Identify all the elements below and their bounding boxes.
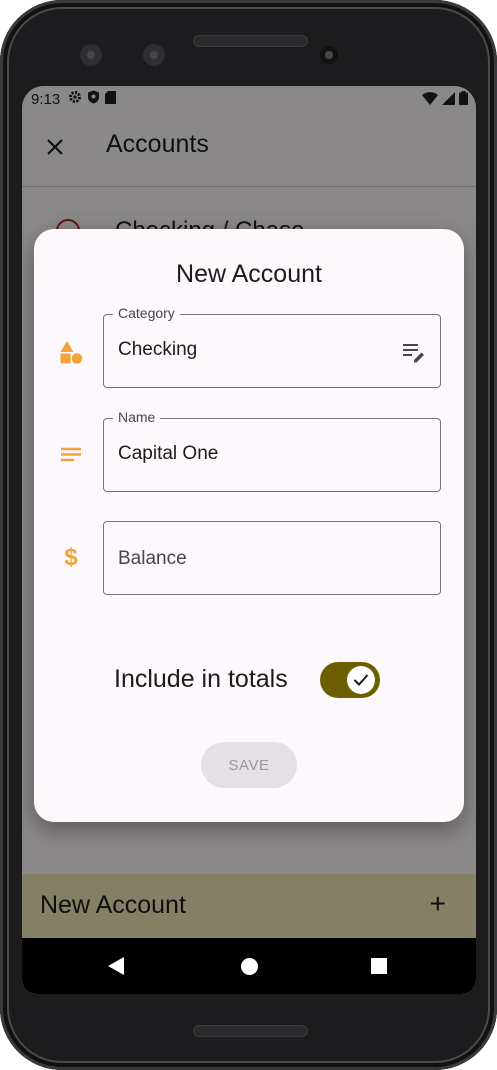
check-icon [347,666,375,694]
new-account-dialog: New Account Category Checking Name Capit… [34,229,464,822]
phone-frame: 9:13 Accounts New Account + New Account … [0,0,497,1070]
balance-placeholder: Balance [118,548,187,569]
screen: 9:13 Accounts New Account + New Account … [22,86,476,994]
category-field[interactable]: Category Checking [103,305,441,388]
include-in-totals-label: Include in totals [114,665,288,693]
save-button[interactable]: SAVE [201,742,297,788]
home-icon[interactable] [241,958,258,975]
include-in-totals-toggle[interactable] [320,662,380,698]
name-label: Name [113,409,161,425]
dollar-icon: $ [64,544,78,571]
name-field[interactable]: Name Capital One [103,409,441,492]
back-icon[interactable] [108,957,124,975]
proximity-sensor-icon [320,46,338,64]
category-label: Category [113,305,180,321]
shapes-icon [58,339,84,365]
balance-field[interactable]: Balance [103,521,441,595]
bottom-speaker [193,1025,308,1037]
system-nav-bar [22,938,476,994]
recents-icon[interactable] [371,958,387,974]
category-value: Checking [118,339,198,360]
top-speaker [193,35,308,47]
dialog-title: New Account [176,260,322,288]
notes-icon [58,442,84,468]
sensor-icon [143,44,165,66]
include-in-totals-row: Include in totals [34,661,464,701]
edit-list-icon[interactable] [402,341,426,363]
name-value: Capital One [118,443,219,464]
front-camera-icon [80,44,102,66]
